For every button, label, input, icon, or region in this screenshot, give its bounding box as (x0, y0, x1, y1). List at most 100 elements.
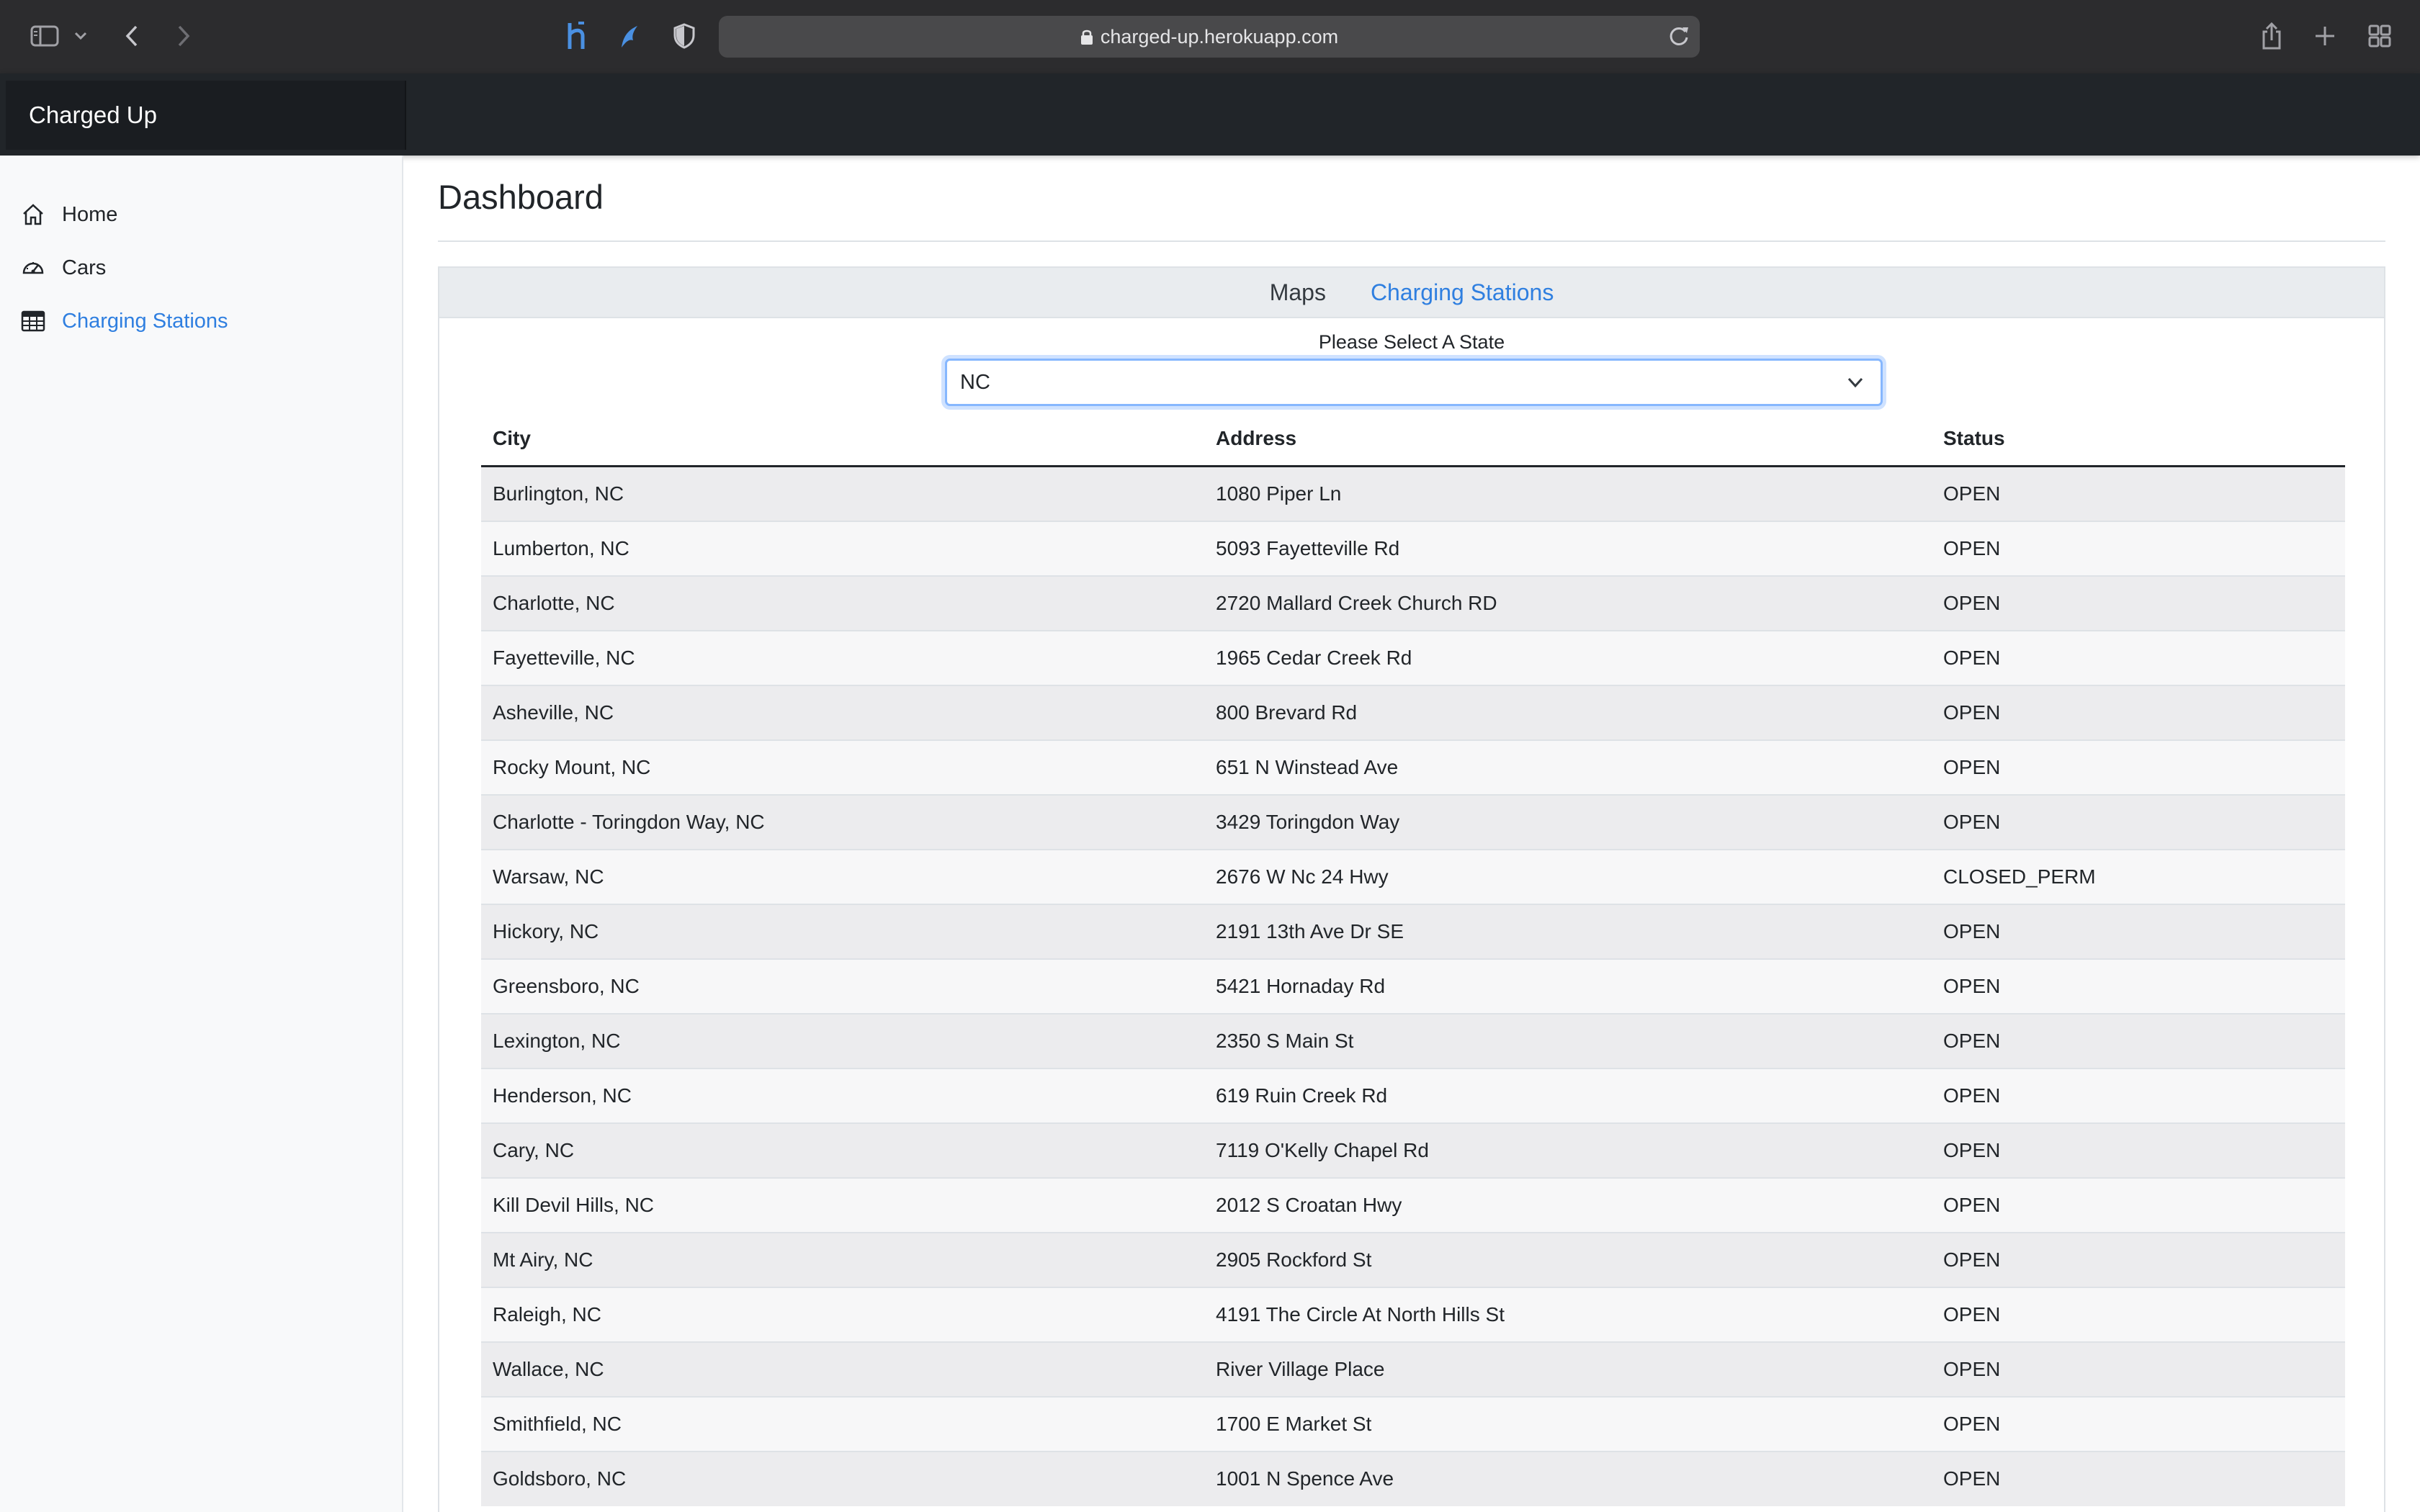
tab-overview-icon[interactable] (2365, 22, 2394, 50)
address-cell: 1001 N Spence Ave (1204, 1450, 1932, 1506)
chevron-down-icon[interactable] (72, 26, 89, 46)
sidebar-item-cars[interactable]: Cars (20, 248, 106, 288)
city-cell: Smithfield, NC (481, 1395, 1204, 1452)
lock-icon (1080, 28, 1093, 45)
forward-arrow-icon[interactable] (171, 22, 196, 50)
table-row[interactable]: Mt Airy, NC 2905 Rockford St OPEN (481, 1231, 2345, 1287)
app-navbar: Charged Up (0, 73, 2420, 156)
sidebar-item-label: Charging Stations (62, 309, 228, 333)
city-cell: Asheville, NC (481, 684, 1204, 740)
city-cell: Charlotte, NC (481, 575, 1204, 631)
sidebar-item-label: Home (62, 202, 118, 226)
shield-icon[interactable] (670, 22, 699, 50)
city-cell: Warsaw, NC (481, 848, 1204, 904)
status-cell: OPEN (1932, 684, 2345, 740)
column-header-address[interactable]: Address (1204, 412, 1932, 467)
charging-stations-panel: Please Select A State NC City Address St… (438, 318, 2385, 1512)
city-cell: Hickory, NC (481, 903, 1204, 959)
address-cell: 2676 W Nc 24 Hwy (1204, 848, 1932, 904)
sidebar: Home Cars Charging Stations (0, 156, 403, 1512)
table-row[interactable]: Henderson, NC 619 Ruin Creek Rd OPEN (481, 1067, 2345, 1123)
table-row[interactable]: Warsaw, NC 2676 W Nc 24 Hwy CLOSED_PERM (481, 848, 2345, 904)
tab-maps[interactable]: Maps (1270, 279, 1326, 306)
status-cell: OPEN (1932, 1067, 2345, 1123)
address-cell: 7119 O'Kelly Chapel Rd (1204, 1122, 1932, 1178)
table-row[interactable]: Burlington, NC 1080 Piper Ln OPEN (481, 465, 2345, 521)
table-row[interactable]: Lumberton, NC 5093 Fayetteville Rd OPEN (481, 520, 2345, 576)
status-cell: CLOSED_PERM (1932, 848, 2345, 904)
column-header-status[interactable]: Status (1932, 412, 2345, 467)
status-cell: OPEN (1932, 465, 2345, 521)
table-row[interactable]: Kill Devil Hills, NC 2012 S Croatan Hwy OP… (481, 1176, 2345, 1233)
city-cell: Greensboro, NC (481, 958, 1204, 1014)
status-cell: OPEN (1932, 575, 2345, 631)
sidebar-icon[interactable] (27, 20, 62, 52)
sidebar-item-charging-stations[interactable]: Charging Stations (20, 301, 228, 341)
page-title: Dashboard (438, 178, 604, 216)
address-cell: 2720 Mallard Creek Church RD (1204, 575, 1932, 631)
city-cell: Charlotte - Toringdon Way, NC (481, 793, 1204, 850)
stations-table: City Address Status Burlington, NC 1080 P… (481, 412, 2345, 1506)
share-icon[interactable] (2257, 19, 2286, 53)
table-row[interactable]: Goldsboro, NC 1001 N Spence Ave OPEN (481, 1450, 2345, 1506)
sidebar-item-label: Cars (62, 256, 107, 279)
table-row[interactable]: Wallace, NC River Village Place OPEN (481, 1341, 2345, 1397)
address-bar[interactable]: charged-up.herokuapp.com (719, 16, 1700, 58)
table-row[interactable]: Lexington, NC 2350 S Main St OPEN (481, 1012, 2345, 1068)
new-tab-icon[interactable] (2311, 22, 2339, 50)
state-select-value: NC (960, 370, 990, 394)
browser-toolbar: charged-up.herokuapp.com (0, 0, 2420, 75)
url-text: charged-up.herokuapp.com (1100, 25, 1339, 48)
chevron-down-icon (1846, 373, 1865, 397)
speedometer-icon (20, 255, 46, 281)
tab-charging-stations[interactable]: Charging Stations (1371, 279, 1554, 306)
table-row[interactable]: Hickory, NC 2191 13th Ave Dr SE OPEN (481, 903, 2345, 959)
address-cell: 5421 Hornaday Rd (1204, 958, 1932, 1014)
heroku-icon[interactable] (562, 20, 591, 52)
address-cell: 1080 Piper Ln (1204, 465, 1932, 521)
city-cell: Raleigh, NC (481, 1286, 1204, 1342)
tab-bar: Maps Charging Stations (438, 266, 2385, 318)
table-row[interactable]: Charlotte, NC 2720 Mallard Creek Church R… (481, 575, 2345, 631)
city-cell: Lumberton, NC (481, 520, 1204, 576)
table-row[interactable]: Rocky Mount, NC 651 N Winstead Ave OPEN (481, 739, 2345, 795)
address-cell: 4191 The Circle At North Hills St (1204, 1286, 1932, 1342)
home-icon (20, 202, 46, 228)
address-cell: 2905 Rockford St (1204, 1231, 1932, 1287)
address-cell: 619 Ruin Creek Rd (1204, 1067, 1932, 1123)
address-cell: 2350 S Main St (1204, 1012, 1932, 1068)
status-cell: OPEN (1932, 1450, 2345, 1506)
table-row[interactable]: Greensboro, NC 5421 Hornaday Rd OPEN (481, 958, 2345, 1014)
address-cell: 800 Brevard Rd (1204, 684, 1932, 740)
column-header-city[interactable]: City (481, 412, 1204, 467)
extension-icon[interactable] (615, 22, 644, 50)
status-cell: OPEN (1932, 958, 2345, 1014)
city-cell: Wallace, NC (481, 1341, 1204, 1397)
status-cell: OPEN (1932, 903, 2345, 959)
sidebar-item-home[interactable]: Home (20, 194, 117, 235)
table-row[interactable]: Fayetteville, NC 1965 Cedar Creek Rd OPEN (481, 629, 2345, 685)
status-cell: OPEN (1932, 739, 2345, 795)
city-cell: Lexington, NC (481, 1012, 1204, 1068)
back-arrow-icon[interactable] (120, 22, 144, 50)
table-row[interactable]: Raleigh, NC 4191 The Circle At North Hill… (481, 1286, 2345, 1342)
city-cell: Burlington, NC (481, 465, 1204, 521)
status-cell: OPEN (1932, 1341, 2345, 1397)
table-row[interactable]: Asheville, NC 800 Brevard Rd OPEN (481, 684, 2345, 740)
table-row[interactable]: Smithfield, NC 1700 E Market St OPEN (481, 1395, 2345, 1452)
table-row[interactable]: Charlotte - Toringdon Way, NC 3429 Toring… (481, 793, 2345, 850)
title-divider (438, 240, 2385, 242)
status-cell: OPEN (1932, 1012, 2345, 1068)
state-select[interactable]: NC (945, 359, 1883, 406)
status-cell: OPEN (1932, 520, 2345, 576)
address-cell: 1700 E Market St (1204, 1395, 1932, 1452)
city-cell: Fayetteville, NC (481, 629, 1204, 685)
city-cell: Cary, NC (481, 1122, 1204, 1178)
address-cell: 1965 Cedar Creek Rd (1204, 629, 1932, 685)
brand-link[interactable]: Charged Up (6, 81, 406, 150)
table-icon (20, 308, 46, 334)
address-cell: 2012 S Croatan Hwy (1204, 1176, 1932, 1233)
address-cell: 3429 Toringdon Way (1204, 793, 1932, 850)
reload-icon[interactable] (1668, 24, 1690, 53)
table-row[interactable]: Cary, NC 7119 O'Kelly Chapel Rd OPEN (481, 1122, 2345, 1178)
